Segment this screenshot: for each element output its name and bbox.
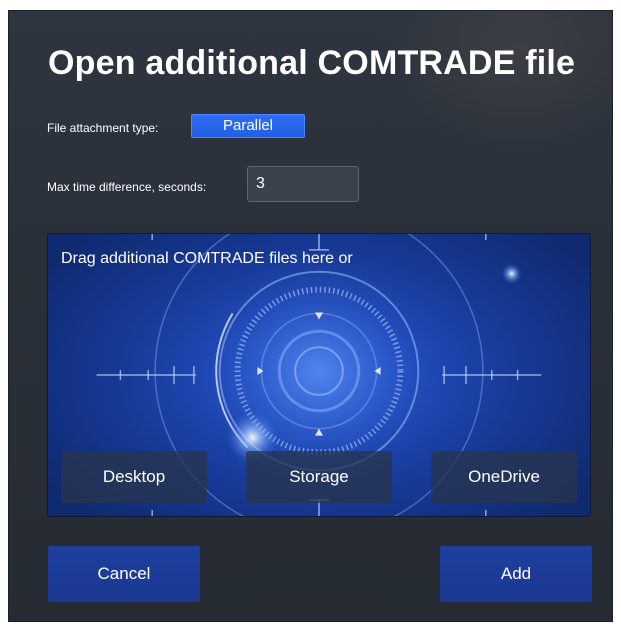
storage-source-button[interactable]: Storage — [246, 451, 392, 503]
add-button[interactable]: Add — [440, 546, 592, 602]
attachment-type-label: File attachment type: — [47, 121, 159, 135]
dialog-title: Open additional COMTRADE file — [48, 44, 576, 82]
attachment-type-toggle[interactable]: Parallel — [191, 114, 305, 138]
onedrive-source-button[interactable]: OneDrive — [431, 451, 577, 503]
max-time-difference-label: Max time difference, seconds: — [47, 180, 207, 194]
cancel-button[interactable]: Cancel — [48, 546, 200, 602]
file-drop-zone[interactable]: Drag additional COMTRADE files here or D… — [47, 233, 591, 517]
drop-zone-instruction: Drag additional COMTRADE files here or — [61, 250, 353, 267]
desktop-source-button[interactable]: Desktop — [61, 451, 207, 503]
max-time-difference-input[interactable] — [247, 166, 359, 202]
open-comtrade-dialog: Open additional COMTRADE file File attac… — [8, 10, 613, 622]
